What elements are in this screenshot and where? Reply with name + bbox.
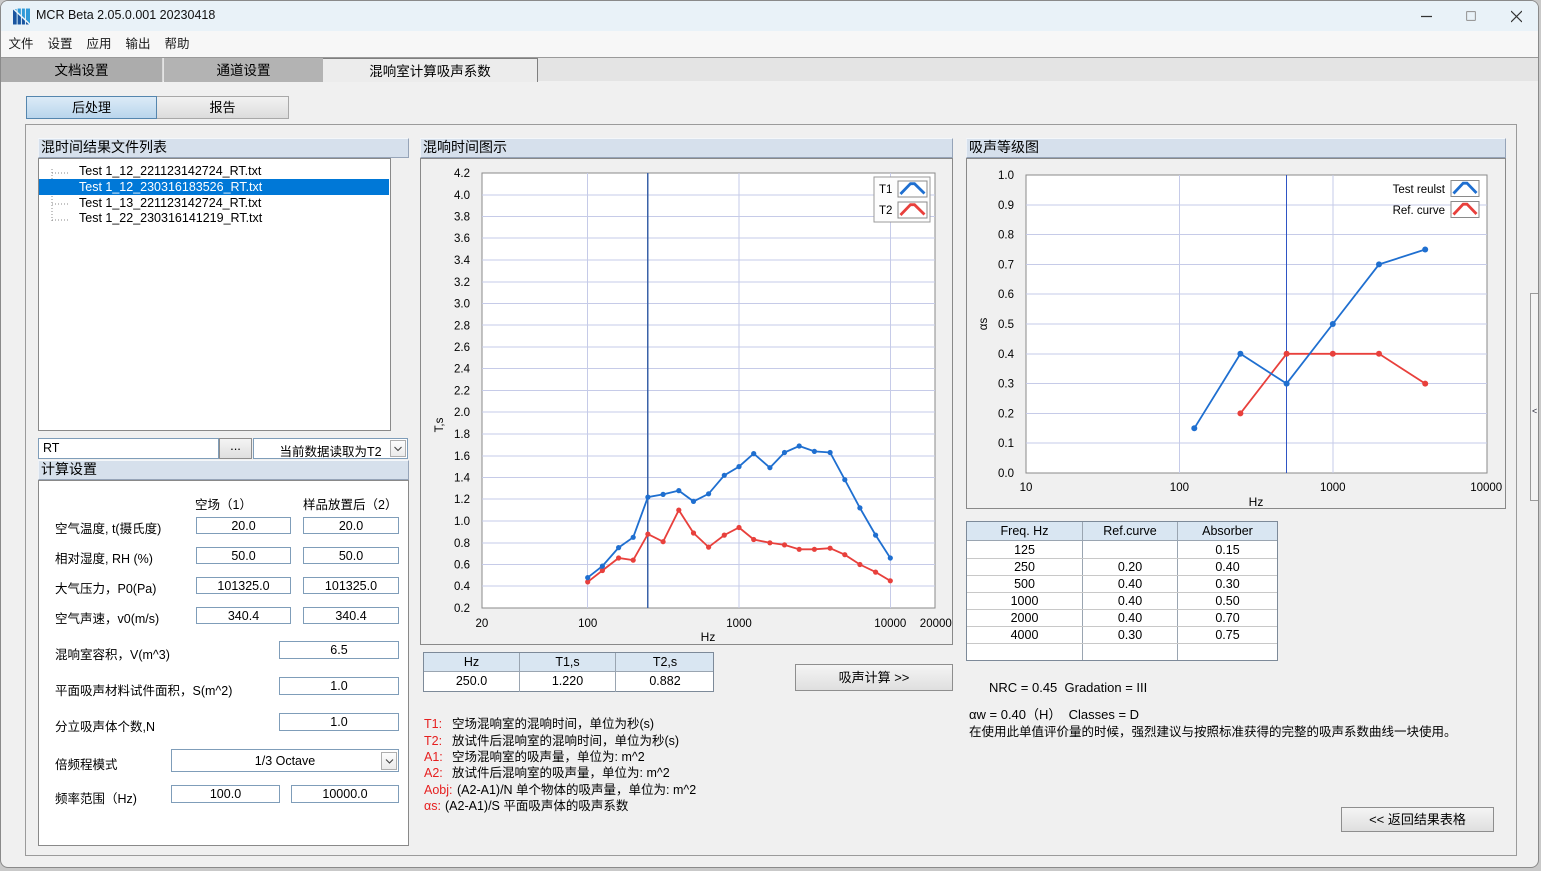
svg-text:1000: 1000: [726, 618, 752, 630]
svg-text:Test reulst: Test reulst: [1393, 184, 1446, 196]
svg-text:2.2: 2.2: [454, 386, 470, 398]
svg-text:0.2: 0.2: [454, 603, 470, 615]
svg-text:0.8: 0.8: [454, 538, 470, 550]
svg-text:Ref. curve: Ref. curve: [1393, 205, 1445, 217]
svg-text:2.8: 2.8: [454, 320, 470, 332]
svg-text:0.4: 0.4: [998, 349, 1015, 361]
svg-text:4.0: 4.0: [454, 190, 470, 202]
svg-text:αs: αs: [978, 318, 990, 331]
svg-text:Hz: Hz: [1249, 495, 1264, 509]
svg-text:20: 20: [476, 618, 489, 630]
svg-text:3.2: 3.2: [454, 277, 470, 289]
svg-text:0.6: 0.6: [454, 560, 470, 572]
svg-text:1.4: 1.4: [454, 473, 471, 485]
svg-text:3.0: 3.0: [454, 299, 470, 311]
svg-text:1.8: 1.8: [454, 429, 470, 441]
svg-text:10000: 10000: [874, 618, 906, 630]
svg-text:3.8: 3.8: [454, 212, 470, 224]
svg-text:1.2: 1.2: [454, 494, 470, 506]
svg-text:4.2: 4.2: [454, 168, 470, 180]
svg-text:2.4: 2.4: [454, 364, 471, 376]
svg-text:100: 100: [1170, 482, 1189, 494]
svg-text:T,s: T,s: [434, 417, 446, 432]
svg-text:1.0: 1.0: [454, 516, 470, 528]
svg-text:0.6: 0.6: [998, 289, 1014, 301]
svg-text:10000: 10000: [1470, 482, 1502, 494]
svg-text:2.0: 2.0: [454, 407, 470, 419]
svg-text:1000: 1000: [1320, 482, 1346, 494]
svg-text:0.7: 0.7: [998, 259, 1014, 271]
svg-text:20000: 20000: [920, 618, 952, 630]
svg-text:3.6: 3.6: [454, 233, 470, 245]
svg-text:0.2: 0.2: [998, 408, 1014, 420]
svg-text:1.0: 1.0: [998, 170, 1014, 182]
svg-text:100: 100: [578, 618, 597, 630]
svg-text:0.9: 0.9: [998, 200, 1014, 212]
svg-text:3.4: 3.4: [454, 255, 471, 267]
svg-text:T2: T2: [879, 205, 892, 217]
svg-text:1.6: 1.6: [454, 451, 470, 463]
svg-text:0.4: 0.4: [454, 581, 471, 593]
svg-text:0.5: 0.5: [998, 319, 1014, 331]
svg-text:2.6: 2.6: [454, 342, 470, 354]
svg-text:0.8: 0.8: [998, 230, 1014, 242]
svg-text:Hz: Hz: [701, 630, 716, 644]
svg-text:10: 10: [1020, 482, 1033, 494]
svg-text:T1: T1: [879, 184, 892, 196]
svg-text:0.0: 0.0: [998, 468, 1014, 480]
svg-text:0.1: 0.1: [998, 438, 1014, 450]
svg-text:0.3: 0.3: [998, 379, 1014, 391]
